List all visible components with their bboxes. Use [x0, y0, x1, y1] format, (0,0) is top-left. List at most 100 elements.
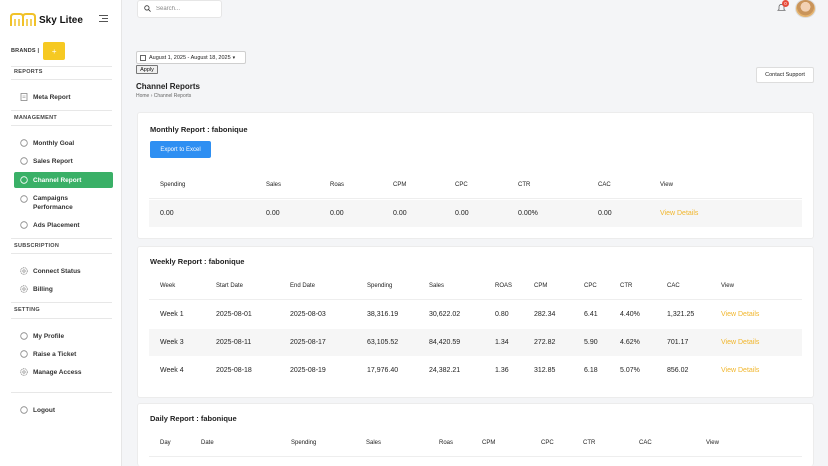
column-header: View — [721, 283, 734, 289]
gear-icon — [20, 267, 28, 275]
column-header: Roas — [330, 182, 345, 188]
sidebar-item-label: Campaigns Performance — [33, 195, 73, 211]
divider — [11, 238, 112, 239]
column-header: End Date — [290, 283, 316, 289]
search-icon — [144, 4, 151, 14]
chat-icon — [20, 350, 28, 358]
column-header: CTR — [518, 182, 531, 188]
brands-row: BRANDS | + — [11, 42, 66, 60]
column-header: Roas — [439, 440, 454, 446]
column-header: CPC — [541, 440, 554, 446]
column-header: Spending — [160, 182, 186, 188]
sidebar-item-manage-access[interactable]: Manage Access — [14, 368, 113, 376]
cell-ctr: 4.62% — [620, 339, 640, 346]
cell-roas: 1.34 — [495, 339, 509, 346]
logo: Sky Litee — [10, 11, 114, 29]
avatar[interactable] — [795, 0, 816, 18]
table-row: Week 1 2025-08-01 2025-08-03 38,316.19 3… — [149, 301, 802, 328]
cell-sales: 30,622.02 — [429, 311, 461, 318]
column-header: CTR — [620, 283, 633, 289]
sidebar-item-channel-report[interactable]: Channel Report — [14, 172, 113, 188]
monthly-table-header: Spending Sales Roas CPM CPC CTR CAC View — [149, 172, 802, 199]
apply-button[interactable]: Apply — [136, 65, 158, 74]
column-header: CAC — [667, 283, 680, 289]
column-header: View — [706, 440, 719, 446]
divider — [11, 318, 112, 319]
export-excel-button[interactable]: Export to Excel — [150, 141, 211, 158]
cell-sales: 24,382.21 — [429, 367, 461, 374]
cell-cpc: 0.00 — [455, 210, 469, 217]
divider — [11, 392, 112, 393]
cell-spending: 38,316.19 — [367, 311, 399, 318]
cell-ctr: 0.00% — [518, 210, 538, 217]
cell-spending: 17,976.40 — [367, 367, 399, 374]
add-brand-button[interactable]: + — [43, 42, 66, 60]
bell-icon — [777, 4, 786, 14]
column-header: Day — [160, 440, 171, 446]
cell-week: Week 3 — [160, 339, 184, 346]
notifications-button[interactable]: 0 — [777, 0, 789, 14]
table-row: 0.00 0.00 0.00 0.00 0.00 0.00% 0.00 View… — [149, 200, 802, 227]
column-header: Spending — [291, 440, 317, 446]
sidebar-item-label: My Profile — [33, 332, 65, 340]
sidebar-item-label: Manage Access — [33, 368, 82, 376]
view-details-link[interactable]: View Details — [660, 200, 698, 227]
logout-icon — [20, 406, 28, 414]
sidebar-item-monthly-goal[interactable]: Monthly Goal — [14, 139, 113, 147]
sidebar-item-raise-ticket[interactable]: Raise a Ticket — [14, 350, 113, 358]
cell-start-date: 2025-08-11 — [216, 339, 252, 346]
cell-cpm: 312.85 — [534, 367, 556, 374]
sidebar-item-billing[interactable]: Billing — [14, 285, 113, 293]
section-label-setting: SETTING — [14, 307, 40, 313]
search-input[interactable] — [156, 6, 216, 12]
table-row: Week 3 2025-08-11 2025-08-17 63,105.52 8… — [149, 329, 802, 356]
sidebar-item-connect-status[interactable]: Connect Status — [14, 267, 113, 275]
sidebar-item-campaigns-performance[interactable]: Campaigns Performance — [14, 194, 84, 212]
divider — [11, 79, 112, 80]
section-label-reports: REPORTS — [14, 69, 43, 75]
view-details-link[interactable]: View Details — [721, 301, 759, 328]
app-name: Sky Litee — [39, 14, 83, 26]
view-details-link[interactable]: View Details — [721, 329, 759, 356]
cell-sales: 0.00 — [266, 210, 280, 217]
weekly-report-card: Weekly Report : fabonique Week Start Dat… — [137, 246, 814, 398]
section-label-management: MANAGEMENT — [14, 115, 58, 121]
contact-support-button[interactable]: Contact Support — [756, 67, 814, 83]
weekly-table-header: Week Start Date End Date Spending Sales … — [149, 273, 802, 300]
table-row: Week 4 2025-08-18 2025-08-19 17,976.40 2… — [149, 357, 802, 384]
view-details-link[interactable]: View Details — [721, 357, 759, 384]
menu-toggle-icon[interactable] — [99, 15, 108, 23]
divider — [11, 66, 112, 67]
cell-cac: 0.00 — [598, 210, 612, 217]
date-range-value: August 1, 2025 - August 18, 2025 — [149, 54, 231, 61]
sidebar-item-meta-report[interactable]: Meta Report — [14, 93, 113, 101]
logout-button[interactable]: Logout — [14, 406, 113, 414]
chevron-down-icon: ▾ — [232, 54, 236, 61]
cell-roas: 0.00 — [330, 210, 344, 217]
chat-icon — [20, 221, 28, 229]
sidebar-item-label: Channel Report — [33, 176, 82, 184]
column-header: Week — [160, 283, 176, 289]
cell-cac: 701.17 — [667, 339, 689, 346]
search-box[interactable] — [137, 0, 222, 18]
sidebar-item-ads-placement[interactable]: Ads Placement — [14, 221, 113, 229]
cell-roas: 0.80 — [495, 311, 509, 318]
document-icon — [20, 93, 28, 101]
page-title: Channel Reports — [136, 82, 201, 91]
sidebar-item-my-profile[interactable]: My Profile — [14, 332, 113, 340]
notification-badge: 0 — [782, 0, 789, 7]
cell-end-date: 2025-08-03 — [290, 311, 326, 318]
date-range-picker[interactable]: August 1, 2025 - August 18, 2025 ▾ — [136, 51, 246, 64]
cell-ctr: 5.07% — [620, 367, 640, 374]
sidebar-item-label: Sales Report — [33, 157, 73, 165]
column-header: CPC — [584, 283, 597, 289]
cell-end-date: 2025-08-17 — [290, 339, 326, 346]
sidebar-item-sales-report[interactable]: Sales Report — [14, 157, 113, 165]
column-header: CPC — [455, 182, 468, 188]
sidebar-item-label: Ads Placement — [33, 221, 80, 229]
cell-cpc: 5.90 — [584, 339, 598, 346]
sidebar-item-label: Raise a Ticket — [33, 350, 77, 358]
cell-cpm: 282.34 — [534, 311, 556, 318]
cell-cpm: 272.82 — [534, 339, 556, 346]
column-header: View — [660, 182, 673, 188]
